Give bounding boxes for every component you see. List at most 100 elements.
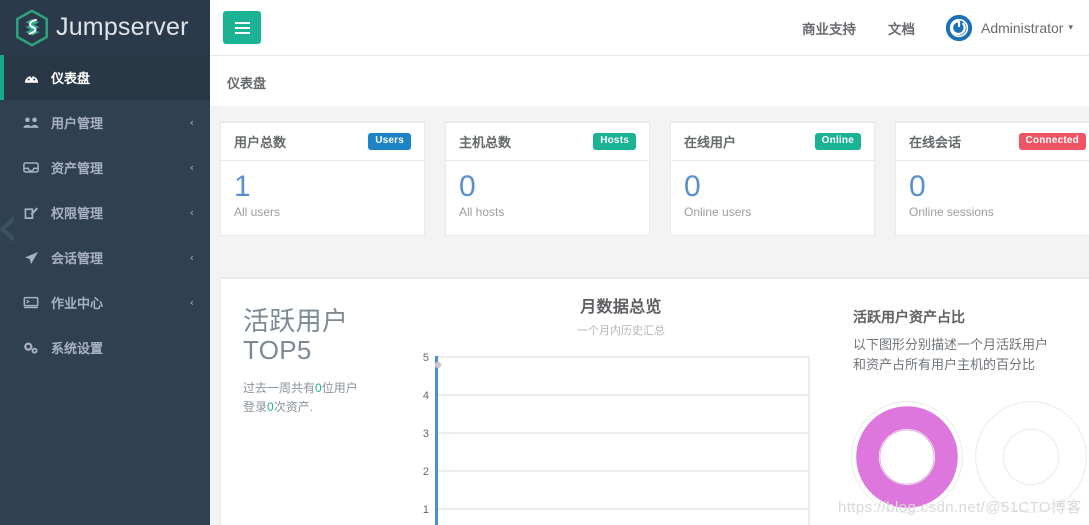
stat-card-online-users-wrap: 在线用户 Online 0 Online users (660, 121, 885, 236)
stat-card-header: 用户总数 Users (221, 123, 424, 161)
breadcrumb-bar: 仪表盘 (210, 56, 1089, 106)
top5-description: 过去一周共有0位用户登录0次资产. (243, 379, 368, 416)
top5-title: 活跃用户 TOP5 (243, 306, 411, 366)
topbar: 商业支持 文档 Administrator ▾ (210, 0, 1089, 56)
top5-desc-post: 次资产. (273, 399, 314, 414)
stat-card-hosts-wrap: 主机总数 Hosts 0 All hosts (435, 121, 660, 236)
stat-card-subtitle: Online sessions (909, 204, 994, 219)
chevron-left-icon: ‹ (189, 206, 194, 219)
asset-ratio-donuts (847, 392, 1089, 522)
stat-cards-row: 用户总数 Users 1 All users 主机总数 Hosts 0 All … (210, 121, 1089, 236)
active-assets-donut[interactable] (971, 392, 1089, 522)
user-name-label: Administrator (981, 20, 1064, 36)
y-tick-3: 3 (423, 428, 429, 440)
hamburger-icon (234, 19, 250, 37)
asset-ratio-title: 活跃用户资产占比 (853, 309, 965, 325)
chevron-left-icon: ‹ (189, 116, 194, 129)
stat-card-online-sessions[interactable]: 在线会话 Connected 0 Online sessions (895, 121, 1089, 236)
top5-title-line2: TOP5 (243, 335, 312, 366)
month-overview-line-chart: 5 4 3 2 1 (423, 352, 810, 525)
y-tick-5: 5 (423, 352, 429, 364)
dashboard-bottom-panel: 活跃用户 TOP5 过去一周共有0位用户登录0次资产. 月数据总览 一个月内历史… (220, 277, 1089, 525)
sidebar-item-label: 用户管理 (51, 116, 104, 131)
top5-title-line1: 活跃用户 (243, 306, 349, 336)
sidebar-item-label: 作业中心 (51, 296, 104, 311)
chart-plot-area[interactable]: 5 4 3 2 1 (411, 350, 831, 525)
stat-card-header: 主机总数 Hosts (446, 123, 649, 161)
asset-ratio-description: 以下图形分别描述一个月活跃用户和资产占所有用户主机的百分比 (853, 337, 1049, 372)
sidebar-item-asset-management[interactable]: 资产管理 ‹ (0, 145, 210, 190)
sidebar: Jumpserver 仪表盘 用户管理 ‹ 资产管理 ‹ 权限管理 ‹ 会话管理… (0, 0, 210, 525)
top5-login-count: 0 (267, 399, 274, 414)
chevron-left-icon: ‹ (189, 161, 194, 174)
breadcrumb: 仪表盘 (227, 76, 267, 91)
stat-card-users[interactable]: 用户总数 Users 1 All users (220, 121, 425, 236)
stat-card-header: 在线用户 Online (671, 123, 874, 161)
chart-gridlines (436, 356, 809, 510)
stat-card-online-sessions-wrap: 在线会话 Connected 0 Online sessions (885, 121, 1089, 236)
sidebar-item-session-management[interactable]: 会话管理 ‹ (0, 235, 210, 280)
stat-card-body: 0 Online sessions (896, 161, 1089, 235)
jumpserver-dashboard: Jumpserver 仪表盘 用户管理 ‹ 资产管理 ‹ 权限管理 ‹ 会话管理… (0, 0, 1089, 525)
stat-card-body: 1 All users (221, 161, 424, 235)
sidebar-item-permission-management[interactable]: 权限管理 ‹ (0, 190, 210, 235)
sidebar-item-label: 系统设置 (51, 341, 104, 356)
stat-card-body: 0 All hosts (446, 161, 649, 235)
stat-card-header: 在线会话 Connected (896, 123, 1089, 161)
chevron-left-icon: ‹ (189, 296, 194, 309)
topbar-nav: 商业支持 文档 Administrator ▾ (786, 0, 1079, 56)
stat-card-value: 1 (234, 170, 251, 203)
brand-name: Jumpserver (56, 13, 189, 41)
status-badge: Users (368, 133, 411, 150)
sidebar-item-dashboard[interactable]: 仪表盘 (0, 55, 210, 100)
stat-card-body: 0 Online users (671, 161, 874, 235)
dashboard-icon (22, 72, 40, 84)
stat-card-hosts[interactable]: 主机总数 Hosts 0 All hosts (445, 121, 650, 236)
chart-y-tick-labels: 5 4 3 2 1 (423, 352, 429, 516)
main-content: 用户总数 Users 1 All users 主机总数 Hosts 0 All … (210, 106, 1089, 525)
topnav-docs[interactable]: 文档 (872, 18, 931, 38)
status-badge: Hosts (593, 133, 636, 150)
stat-card-title: 在线用户 (684, 135, 737, 150)
sidebar-item-user-management[interactable]: 用户管理 ‹ (0, 100, 210, 145)
user-power-avatar-icon (945, 14, 973, 42)
brand-logo-area[interactable]: Jumpserver (0, 0, 210, 55)
users-icon (22, 116, 40, 129)
stat-card-value: 0 (909, 170, 926, 203)
jumpserver-logo-icon (16, 8, 48, 47)
stat-card-subtitle: All users (234, 204, 281, 219)
top5-desc-pre: 过去一周共有 (243, 381, 316, 396)
sidebar-item-label: 仪表盘 (51, 71, 91, 86)
active-users-donut[interactable] (847, 392, 967, 522)
stat-card-value: 0 (459, 170, 476, 203)
stat-card-title: 用户总数 (234, 135, 287, 150)
chart-marker-point (434, 361, 442, 369)
gears-icon (22, 341, 40, 355)
asset-ratio-section: 活跃用户资产占比 以下图形分别描述一个月活跃用户和资产占所有用户主机的百分比 (831, 279, 1089, 525)
stat-card-subtitle: Online users (684, 204, 752, 219)
chevron-down-icon: ▾ (1068, 23, 1073, 33)
topnav-commercial-support[interactable]: 商业支持 (786, 18, 872, 38)
active-users-top5-section: 活跃用户 TOP5 过去一周共有0位用户登录0次资产. (221, 279, 411, 525)
sidebar-collapse-chevron-icon[interactable]: ‹ (0, 197, 30, 258)
stat-card-subtitle: All hosts (459, 204, 505, 219)
y-tick-2: 2 (423, 466, 429, 478)
y-tick-4: 4 (423, 390, 429, 402)
status-badge: Online (814, 133, 861, 150)
month-overview-chart-section: 月数据总览 一个月内历史汇总 5 4 3 2 1 (411, 279, 831, 525)
hamburger-menu-button[interactable] (223, 11, 261, 44)
sidebar-item-system-settings[interactable]: 系统设置 (0, 325, 210, 370)
sidebar-item-label: 权限管理 (51, 206, 104, 221)
chart-subtitle: 一个月内历史汇总 (577, 325, 665, 337)
chart-title: 月数据总览 (580, 299, 662, 316)
sidebar-item-label: 会话管理 (51, 251, 104, 266)
sidebar-nav: 仪表盘 用户管理 ‹ 资产管理 ‹ 权限管理 ‹ 会话管理 ‹ 作业中心 ‹ 系… (0, 55, 210, 370)
stat-card-value: 0 (684, 170, 701, 203)
top5-user-count: 0 (315, 381, 322, 396)
sidebar-item-job-center[interactable]: 作业中心 ‹ (0, 280, 210, 325)
inbox-icon (22, 161, 40, 174)
user-menu[interactable]: Administrator ▾ (931, 14, 1079, 42)
stat-card-online-users[interactable]: 在线用户 Online 0 Online users (670, 121, 875, 236)
stat-card-users-wrap: 用户总数 Users 1 All users (210, 121, 435, 236)
status-badge: Connected (1018, 133, 1086, 150)
